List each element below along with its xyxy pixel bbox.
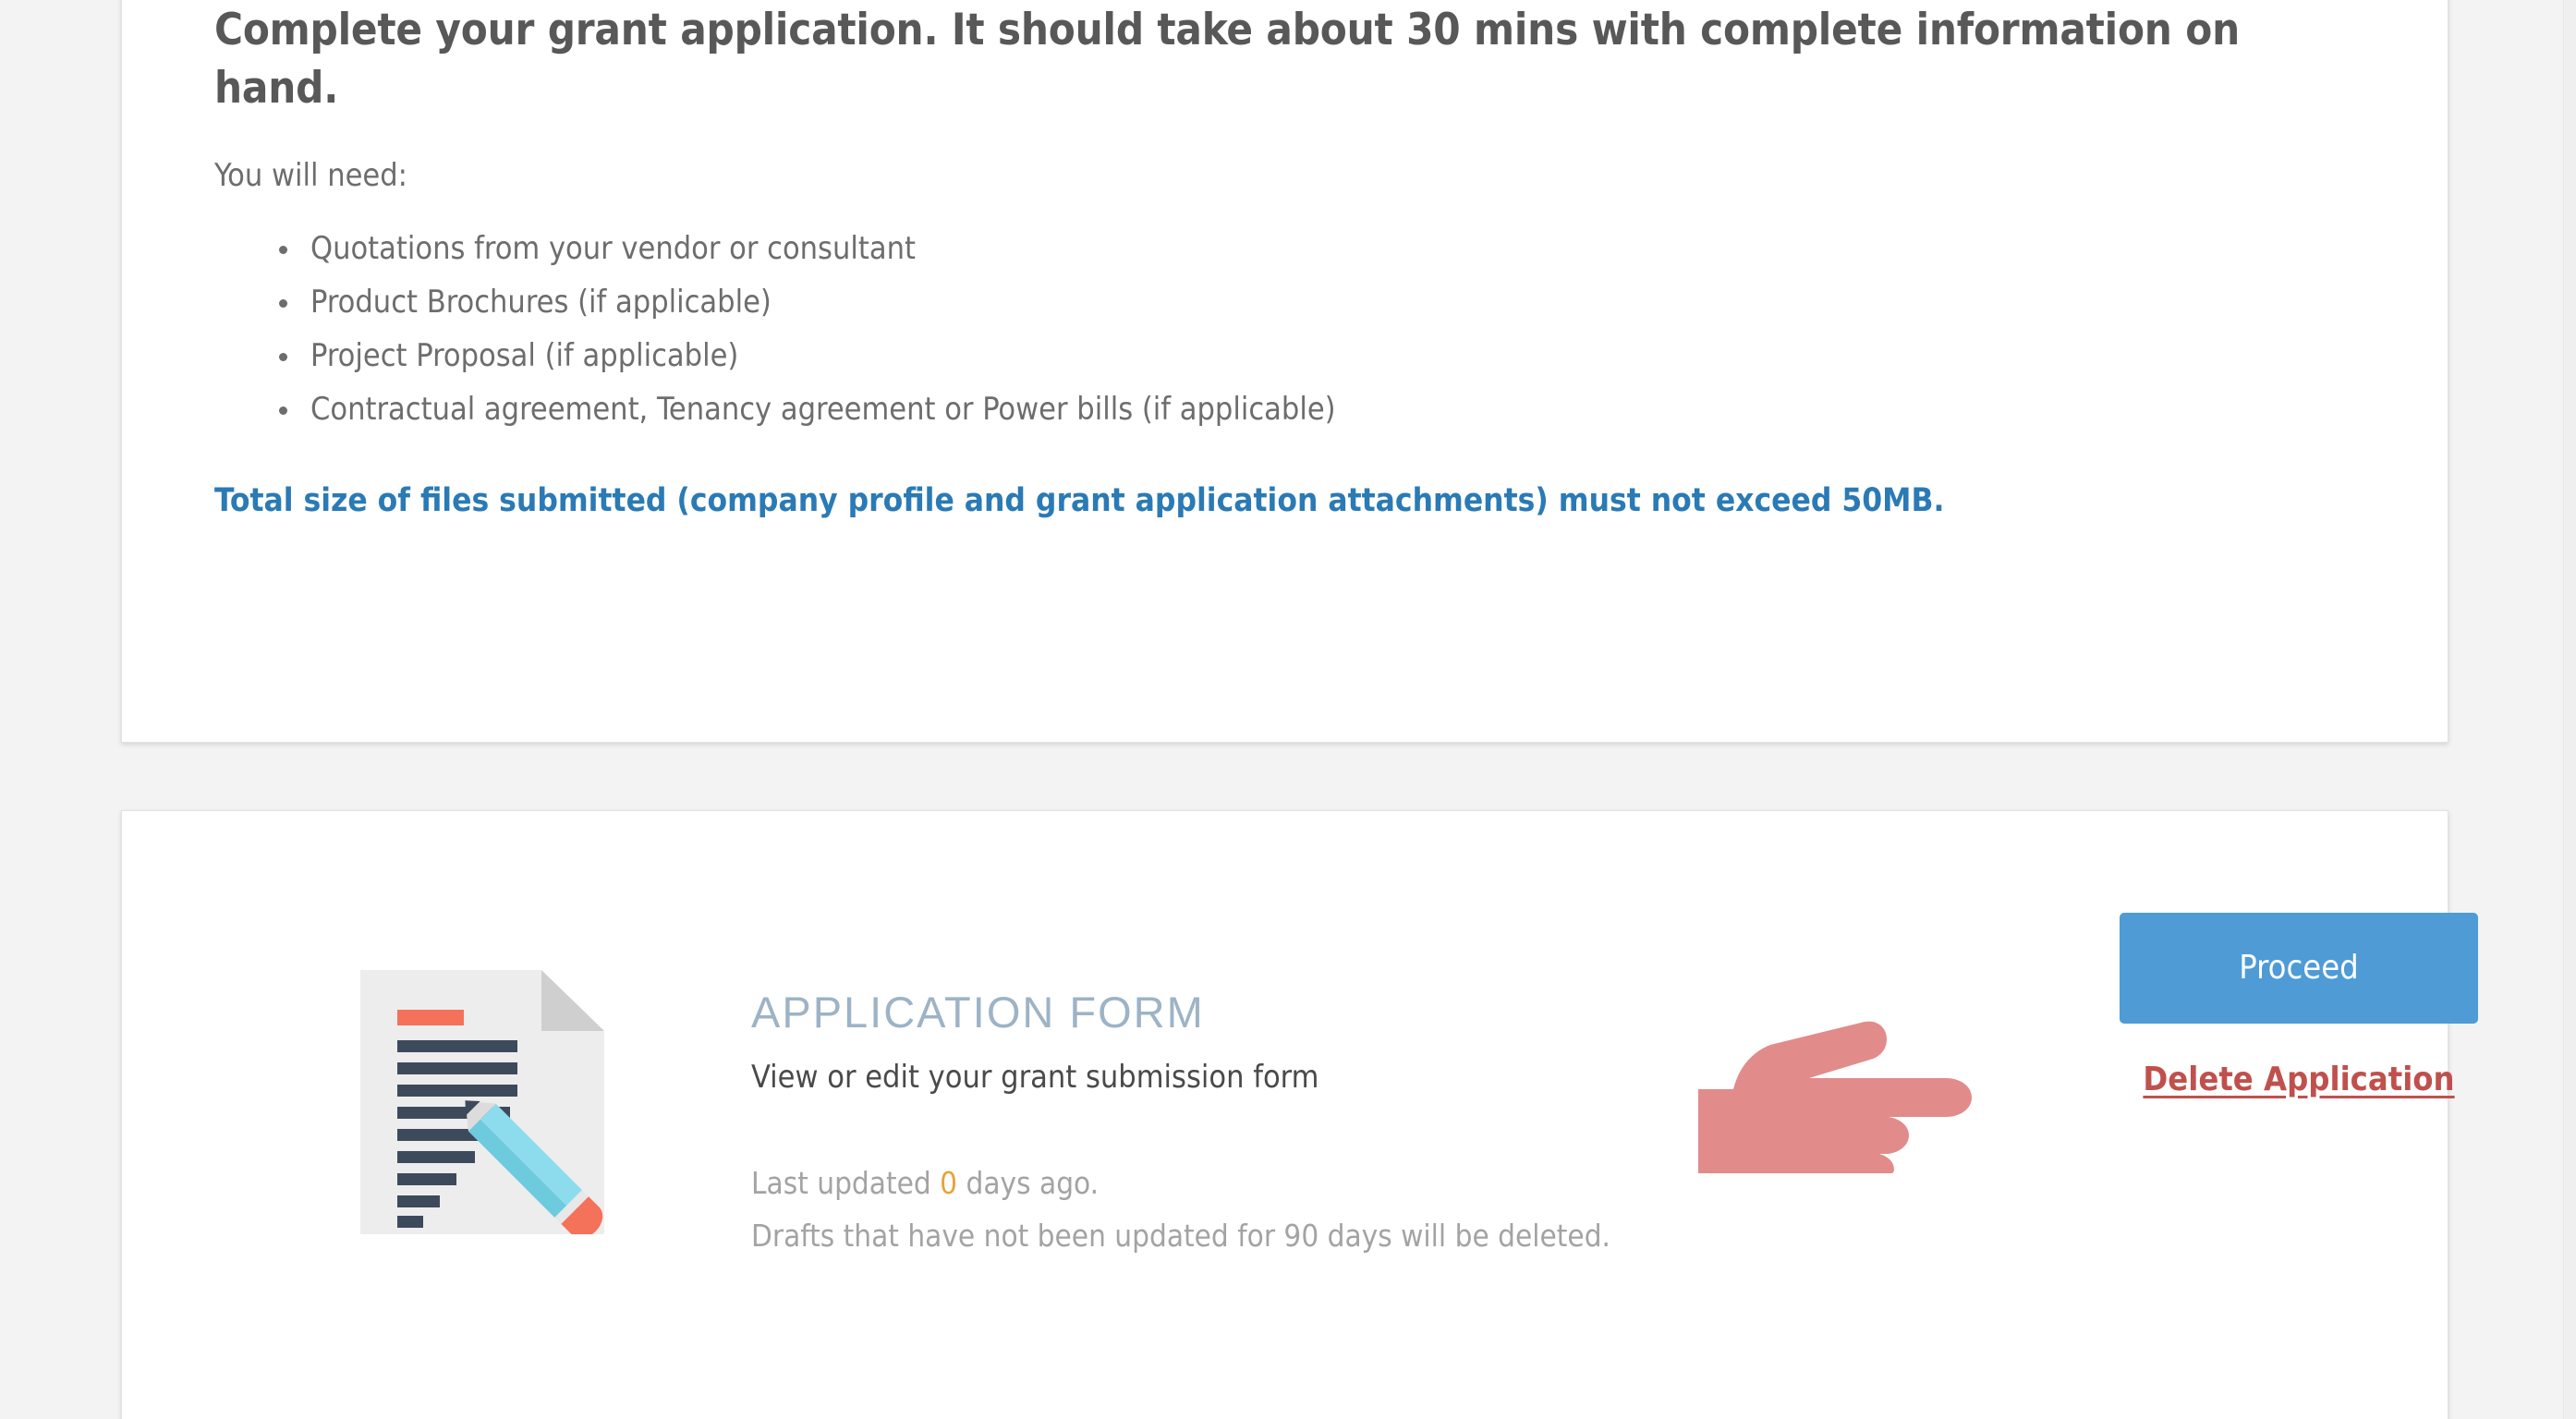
list-item: Product Brochures (if applicable) bbox=[273, 275, 2364, 329]
application-form-title: APPLICATION FORM bbox=[751, 988, 1205, 1037]
application-form-actions: Proceed Delete Application bbox=[2120, 811, 2478, 1419]
list-item: Project Proposal (if applicable) bbox=[273, 329, 2364, 382]
requirements-card-body: Complete your grant application. It shou… bbox=[122, 0, 2448, 522]
requirements-lead-text: You will need: bbox=[214, 157, 407, 194]
application-form-meta: Last updated 0 days ago. Drafts that hav… bbox=[751, 1157, 1749, 1262]
page-root: Complete your grant application. It shou… bbox=[0, 0, 2576, 1419]
file-size-notice: Total size of files submitted (company p… bbox=[214, 482, 1945, 519]
last-updated-prefix: Last updated bbox=[751, 1165, 931, 1201]
proceed-button[interactable]: Proceed bbox=[2120, 913, 2478, 1024]
list-item: Quotations from your vendor or consultan… bbox=[273, 222, 2364, 275]
pointing-hand-icon bbox=[1698, 1021, 1975, 1173]
scroll-gutter[interactable] bbox=[2563, 0, 2576, 1419]
document-with-pencil-icon bbox=[360, 970, 604, 1239]
last-updated-suffix: days ago. bbox=[966, 1165, 1100, 1201]
requirements-list: Quotations from your vendor or consultan… bbox=[214, 222, 2364, 436]
last-updated-line: Last updated 0 days ago. bbox=[751, 1157, 1749, 1209]
last-updated-days-count: 0 bbox=[940, 1165, 958, 1201]
retention-notice: Drafts that have not been updated for 90… bbox=[751, 1218, 1610, 1254]
requirements-card: Complete your grant application. It shou… bbox=[121, 0, 2448, 743]
list-item: Contractual agreement, Tenancy agreement… bbox=[273, 382, 2364, 436]
application-form-row: APPLICATION FORM View or edit your grant… bbox=[122, 811, 2478, 1419]
application-form-text-block: APPLICATION FORM View or edit your grant… bbox=[751, 987, 1749, 1262]
application-form-card: APPLICATION FORM View or edit your grant… bbox=[121, 810, 2478, 1419]
delete-application-link[interactable]: Delete Application bbox=[2120, 1061, 2478, 1098]
page-title: Complete your grant application. It shou… bbox=[214, 5, 2240, 114]
application-form-subtitle: View or edit your grant submission form bbox=[751, 1059, 1319, 1096]
